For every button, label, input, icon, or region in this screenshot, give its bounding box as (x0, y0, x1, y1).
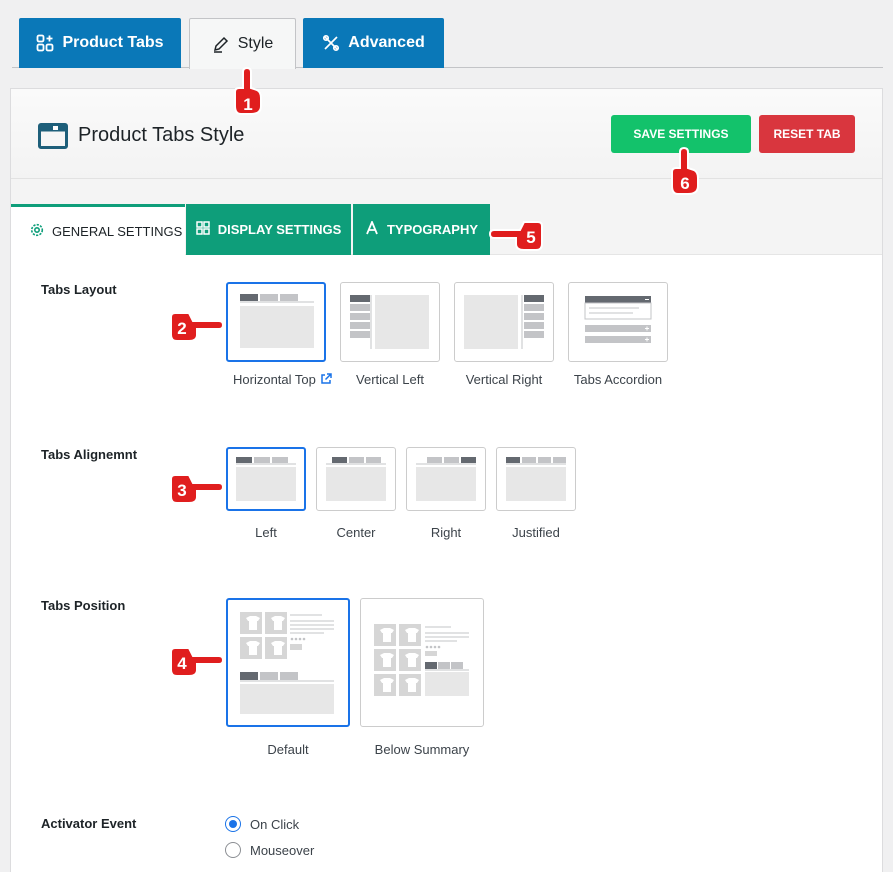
marker-4: 4 (170, 647, 225, 677)
marker-5: 5 (488, 221, 543, 251)
marker-label: 5 (526, 228, 535, 247)
marker-3: 3 (170, 474, 225, 504)
marker-label: 6 (680, 174, 689, 193)
marker-label: 4 (177, 654, 187, 673)
annotation-overlay: 1 2 3 4 5 6 (170, 66, 699, 677)
marker-1: 1 (234, 66, 262, 115)
marker-label: 3 (177, 481, 186, 500)
marker-6: 6 (671, 146, 699, 195)
marker-label: 1 (243, 95, 252, 114)
marker-2: 2 (170, 312, 225, 342)
marker-label: 2 (177, 319, 186, 338)
